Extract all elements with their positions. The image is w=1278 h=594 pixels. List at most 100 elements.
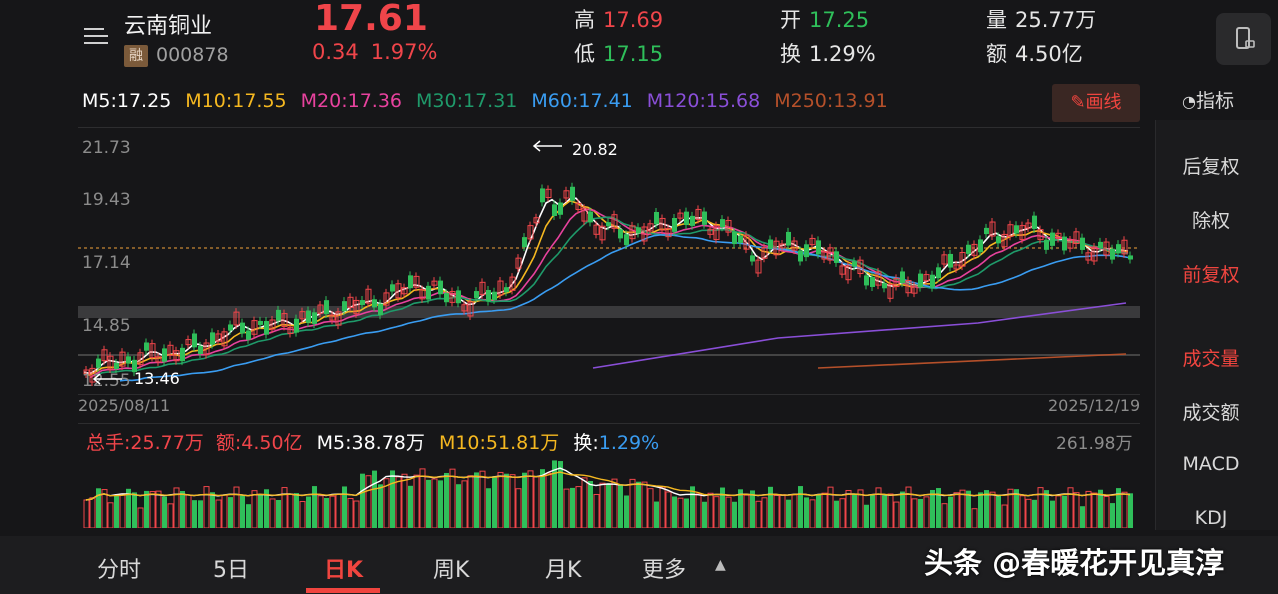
candle — [936, 267, 941, 279]
volume-bar — [798, 486, 803, 528]
volume-bar — [467, 475, 474, 528]
volume-bar — [198, 500, 203, 528]
volume-bar — [1103, 495, 1110, 528]
candle — [1044, 239, 1049, 250]
candle — [930, 274, 935, 288]
candle — [1032, 215, 1037, 229]
candle — [570, 186, 575, 201]
volume-bar — [900, 491, 905, 528]
candle — [456, 290, 461, 304]
volume-bar — [809, 499, 816, 528]
candle — [864, 275, 869, 286]
candle — [816, 240, 821, 255]
tab-5day[interactable]: 5日 — [213, 552, 249, 584]
margin-badge: 融 — [124, 45, 148, 67]
tab-intraday[interactable]: 分时 — [97, 552, 141, 584]
menu-icon[interactable] — [82, 26, 110, 46]
y-tick-4: 14.85 — [82, 316, 131, 336]
kline-chart[interactable]: 21.73 19.43 17.14 14.85 12.55 20.82 13.4… — [78, 127, 1140, 395]
draw-line-button[interactable]: ✎画线 — [1052, 84, 1140, 122]
candle — [504, 287, 509, 293]
open-price: 开 17.25 — [780, 8, 870, 32]
sidebar-item-kdj[interactable]: KDJ — [1156, 507, 1266, 529]
volume-bar — [953, 492, 960, 528]
indicator-tab[interactable]: ◔指标 — [1182, 86, 1234, 113]
volume-bar — [893, 501, 900, 528]
candle — [198, 345, 203, 355]
volume-bar — [647, 488, 654, 528]
volume-bar — [395, 476, 402, 528]
volume-bar — [1080, 506, 1085, 528]
volume-bar — [1091, 492, 1098, 528]
volume-bar — [786, 499, 791, 528]
volume-bar — [834, 500, 839, 528]
volume-bar — [233, 486, 240, 528]
tab-daily-k[interactable]: 日K — [324, 552, 363, 584]
volume-bar — [479, 470, 486, 528]
volume-bar — [732, 501, 737, 528]
volume-bar — [426, 479, 431, 528]
sidebar-item-ex-rights[interactable]: 除权 — [1156, 206, 1266, 233]
change-percent: 1.97% — [370, 40, 438, 64]
volume-bar — [438, 480, 443, 528]
candle — [1128, 255, 1133, 260]
candle — [378, 303, 383, 316]
candle — [996, 236, 1001, 244]
tab-more[interactable]: 更多 — [642, 552, 686, 584]
current-price: 17.61 — [314, 0, 428, 39]
candle — [1050, 232, 1055, 246]
volume-bar — [978, 492, 983, 528]
volume-bar — [107, 502, 114, 528]
sidebar-item-macd[interactable]: MACD — [1156, 453, 1266, 475]
sidebar-item-post-adjusted[interactable]: 后复权 — [1156, 152, 1266, 179]
candle — [882, 283, 887, 289]
volume-bar — [1001, 504, 1008, 528]
candle — [444, 293, 449, 303]
phone-rotate-icon — [1236, 27, 1255, 49]
volume-bar — [966, 490, 971, 528]
caret-up-icon[interactable]: ▲ — [715, 557, 726, 573]
volume-bar — [83, 499, 90, 528]
volume-bar — [390, 470, 395, 528]
sidebar-item-amount[interactable]: 成交额 — [1156, 398, 1266, 425]
sidebar-item-pre-adjusted[interactable]: 前复权 — [1156, 260, 1266, 287]
volume-bar — [203, 486, 210, 528]
sidebar-item-volume[interactable]: 成交量 — [1156, 344, 1266, 371]
volume-bar — [599, 482, 606, 528]
change-value: 0.34 — [312, 40, 359, 64]
max-price-label: 20.82 — [572, 140, 618, 159]
candle — [372, 299, 377, 308]
volume-bar — [276, 499, 281, 528]
ma250-value: M250:13.91 — [774, 90, 888, 112]
candle — [1098, 241, 1103, 248]
tab-weekly-k[interactable]: 周K — [433, 552, 469, 584]
volume-bar — [959, 489, 966, 528]
volume-bar — [185, 494, 192, 528]
volume-bar — [228, 497, 233, 528]
high-price: 高 17.69 — [574, 8, 664, 32]
max-price-marker: 20.82 — [532, 140, 618, 159]
tab-monthly-k[interactable]: 月K — [545, 552, 581, 584]
volume-bar — [132, 492, 137, 528]
volume-bar — [342, 486, 347, 528]
volume-chart[interactable] — [78, 423, 1140, 528]
volume-bar — [456, 484, 461, 528]
volume-bar — [911, 498, 918, 528]
amount: 额 4.50亿 — [986, 42, 1083, 66]
candle — [588, 211, 593, 223]
ma-line-m20 — [89, 208, 1129, 379]
volume-bar — [641, 481, 648, 528]
volume-bar — [755, 500, 762, 528]
candle — [636, 227, 641, 234]
volume-bar — [713, 496, 720, 528]
landscape-toggle-button[interactable] — [1216, 13, 1271, 65]
candle — [210, 332, 215, 345]
volume-bar — [1025, 498, 1032, 528]
volume-bar — [1044, 490, 1049, 528]
candle — [240, 322, 245, 334]
volume-bar — [497, 471, 504, 528]
volume-bar — [984, 490, 989, 528]
volume-bar — [821, 492, 828, 528]
watermark: 头条 @春暖花开见真淳 — [924, 546, 1225, 580]
volume-bar — [294, 493, 299, 528]
